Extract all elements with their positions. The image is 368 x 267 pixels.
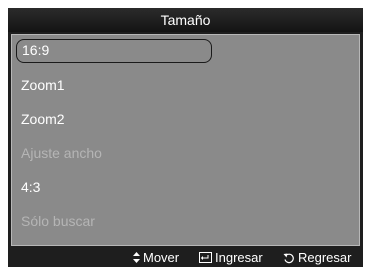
option-16-9[interactable]: 16:9 [16,39,212,63]
menu-title: Tamaño [8,8,363,32]
enter-hint-label: Ingresar [215,250,263,265]
move-hint-label: Mover [143,250,180,265]
menu-footer: Mover Ingresar Regresar [8,248,363,267]
option-ajuste-ancho: Ajuste ancho [21,145,102,161]
menu-options-panel: 16:9 Zoom1 Zoom2 Ajuste ancho 4:3 Sólo b… [11,34,360,246]
size-menu-window: Tamaño 16:9 Zoom1 Zoom2 Ajuste ancho 4:3… [8,8,363,267]
return-hint-label: Regresar [298,250,352,265]
option-4-3[interactable]: 4:3 [16,175,212,199]
move-hint: Mover [133,248,179,267]
enter-icon [199,252,212,263]
option-zoom1[interactable]: Zoom1 [16,73,212,97]
return-hint: Regresar [283,248,351,267]
return-icon [283,252,295,264]
up-down-arrows-icon [133,252,140,263]
option-zoom2[interactable]: Zoom2 [16,107,212,131]
option-solo-buscar: Sólo buscar [21,213,95,229]
enter-hint: Ingresar [199,248,263,267]
